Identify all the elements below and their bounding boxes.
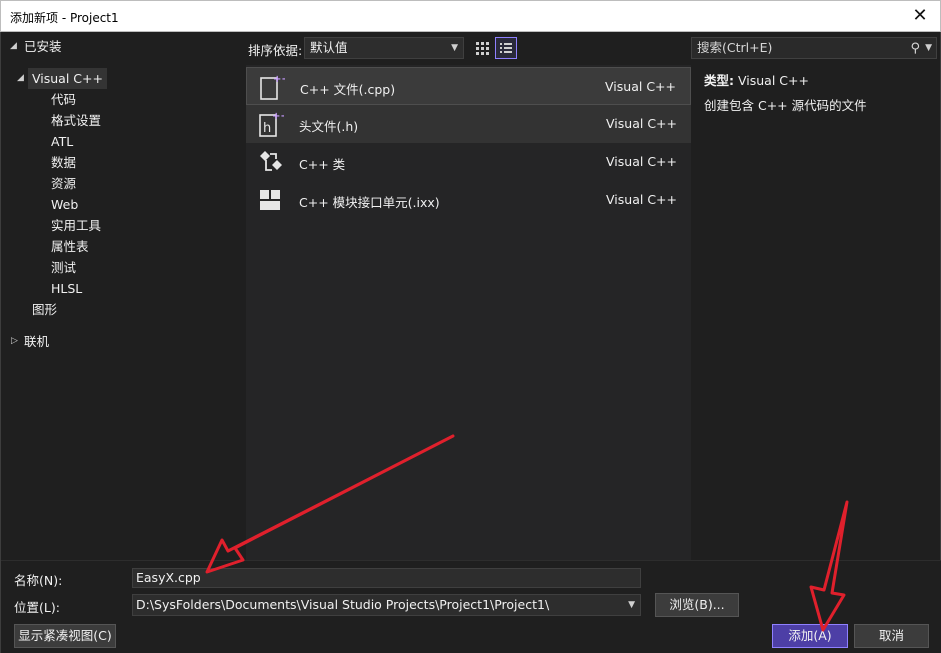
search-placeholder: 搜索(Ctrl+E) <box>697 40 773 55</box>
item-name: C++ 文件(.cpp) <box>300 82 396 97</box>
cpp-file-icon: ++ <box>260 74 285 100</box>
svg-text:++: ++ <box>273 74 285 85</box>
cancel-button[interactable]: 取消 <box>854 624 929 648</box>
type-label: 类型: <box>704 73 734 88</box>
tree-item-atl[interactable]: ATL <box>51 131 73 152</box>
bottom-form: 名称(N): EasyX.cpp 位置(L): D:\SysFolders\Do… <box>1 560 941 653</box>
tree-item-data[interactable]: 数据 <box>51 152 76 173</box>
sort-label: 排序依据: <box>248 43 303 58</box>
sort-dropdown[interactable]: 默认值 ▼ <box>304 37 464 59</box>
type-value: Visual C++ <box>737 73 809 88</box>
title-bar: 添加新项 - Project1 ✕ <box>0 0 941 32</box>
header-file-icon: h ++ <box>259 111 284 137</box>
info-panel: 类型: Visual C++ 创建包含 C++ 源代码的文件 <box>704 70 934 114</box>
search-icon[interactable]: ⚲ <box>910 39 920 59</box>
collapse-arrow-icon[interactable]: ◢ <box>17 73 24 83</box>
add-button[interactable]: 添加(A) <box>772 624 848 648</box>
svg-text:h: h <box>263 121 271 136</box>
location-dropdown[interactable]: D:\SysFolders\Documents\Visual Studio Pr… <box>132 594 641 616</box>
list-item[interactable]: ++ C++ 文件(.cpp) Visual C++ <box>246 67 691 105</box>
search-input[interactable]: 搜索(Ctrl+E) ⚲ ▼ <box>691 37 937 59</box>
chevron-down-icon: ▼ <box>628 600 635 610</box>
name-field[interactable]: EasyX.cpp <box>132 568 641 588</box>
grid-view-icon <box>476 42 489 55</box>
name-label: 名称(N): <box>14 573 63 588</box>
template-list: ++ C++ 文件(.cpp) Visual C++ h ++ 头文件(.h) … <box>246 65 691 560</box>
tree-item-resources[interactable]: 资源 <box>51 173 76 194</box>
location-value: D:\SysFolders\Documents\Visual Studio Pr… <box>136 597 550 612</box>
list-item[interactable]: C++ 模块接口单元(.ixx) Visual C++ <box>246 181 691 219</box>
tree-item-graphics[interactable]: 图形 <box>32 299 57 320</box>
item-name: C++ 模块接口单元(.ixx) <box>299 195 440 210</box>
expand-arrow-icon[interactable]: ▷ <box>11 336 18 346</box>
tree-item-test[interactable]: 测试 <box>51 257 76 278</box>
compact-view-button[interactable]: 显示紧凑视图(C) <box>14 624 116 648</box>
item-language: Visual C++ <box>606 116 677 131</box>
item-name: C++ 类 <box>299 157 346 172</box>
item-description: 创建包含 C++ 源代码的文件 <box>704 98 867 113</box>
item-language: Visual C++ <box>606 192 677 207</box>
item-language: Visual C++ <box>605 79 676 94</box>
tree-item-formatting[interactable]: 格式设置 <box>51 110 101 131</box>
item-name: 头文件(.h) <box>299 119 359 134</box>
tree-item-web[interactable]: Web <box>51 194 78 215</box>
tree-item-property-sheets[interactable]: 属性表 <box>51 236 89 257</box>
tree-item-utility[interactable]: 实用工具 <box>51 215 101 236</box>
tree-item-code[interactable]: 代码 <box>51 89 76 110</box>
class-icon <box>260 151 282 171</box>
tree-item-hlsl[interactable]: HLSL <box>51 278 82 299</box>
grid-view-button[interactable] <box>471 37 493 59</box>
module-icon <box>260 190 280 210</box>
item-language: Visual C++ <box>606 154 677 169</box>
tree-item-visual-cpp[interactable]: Visual C++ <box>28 68 107 89</box>
tree-item-installed[interactable]: 已安装 <box>24 36 62 57</box>
chevron-down-icon[interactable]: ▼ <box>925 38 932 58</box>
collapse-arrow-icon[interactable]: ◢ <box>10 41 17 51</box>
category-tree: ◢ 已安装 ◢ Visual C++ 代码 格式设置 ATL 数据 资源 Web… <box>1 32 241 560</box>
chevron-down-icon: ▼ <box>451 43 458 53</box>
add-new-item-dialog: ◢ 已安装 ◢ Visual C++ 代码 格式设置 ATL 数据 资源 Web… <box>0 32 941 653</box>
browse-button[interactable]: 浏览(B)... <box>655 593 739 617</box>
list-item[interactable]: h ++ 头文件(.h) Visual C++ <box>246 105 691 143</box>
list-view-icon <box>500 43 512 53</box>
location-label: 位置(L): <box>14 600 60 615</box>
tree-item-online[interactable]: 联机 <box>24 331 49 352</box>
sort-value: 默认值 <box>310 40 348 55</box>
close-button[interactable]: ✕ <box>906 3 934 31</box>
svg-text:++: ++ <box>272 111 284 122</box>
list-view-button[interactable] <box>495 37 517 59</box>
list-item[interactable]: C++ 类 Visual C++ <box>246 143 691 181</box>
window-title: 添加新项 - Project1 <box>10 11 119 25</box>
